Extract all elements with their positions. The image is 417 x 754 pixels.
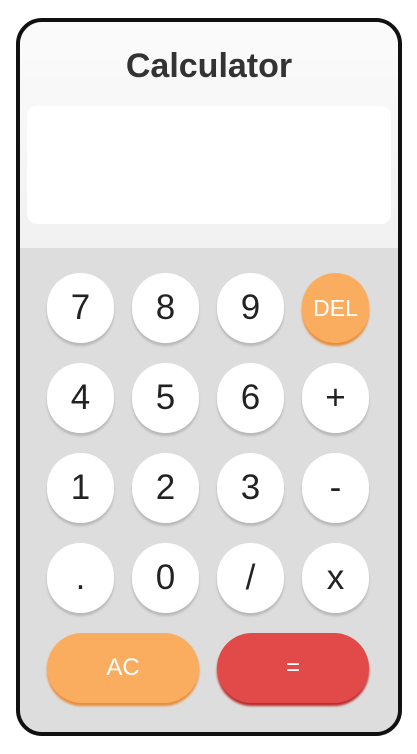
key-5[interactable]: 5 [132,363,199,433]
calculator-header: Calculator [20,22,398,248]
divide-button[interactable]: / [217,543,284,613]
add-button[interactable]: + [302,363,369,433]
app-title: Calculator [125,47,293,85]
key-7[interactable]: 7 [47,273,114,343]
all-clear-button[interactable]: AC [47,633,199,703]
key-9[interactable]: 9 [217,273,284,343]
result-display [27,106,391,224]
key-4[interactable]: 4 [47,363,114,433]
equals-button[interactable]: = [217,633,369,703]
decimal-point-button[interactable]: . [47,543,114,613]
key-2[interactable]: 2 [132,453,199,523]
subtract-button[interactable]: - [302,453,369,523]
key-0[interactable]: 0 [132,543,199,613]
calculator-frame: Calculator 7 8 9 DEL 4 5 6 + 1 2 3 - . 0… [16,18,402,736]
key-3[interactable]: 3 [217,453,284,523]
keypad: 7 8 9 DEL 4 5 6 + 1 2 3 - . 0 / x AC = [20,248,398,732]
key-8[interactable]: 8 [132,273,199,343]
delete-button[interactable]: DEL [302,273,369,343]
key-1[interactable]: 1 [47,453,114,523]
multiply-button[interactable]: x [302,543,369,613]
key-6[interactable]: 6 [217,363,284,433]
